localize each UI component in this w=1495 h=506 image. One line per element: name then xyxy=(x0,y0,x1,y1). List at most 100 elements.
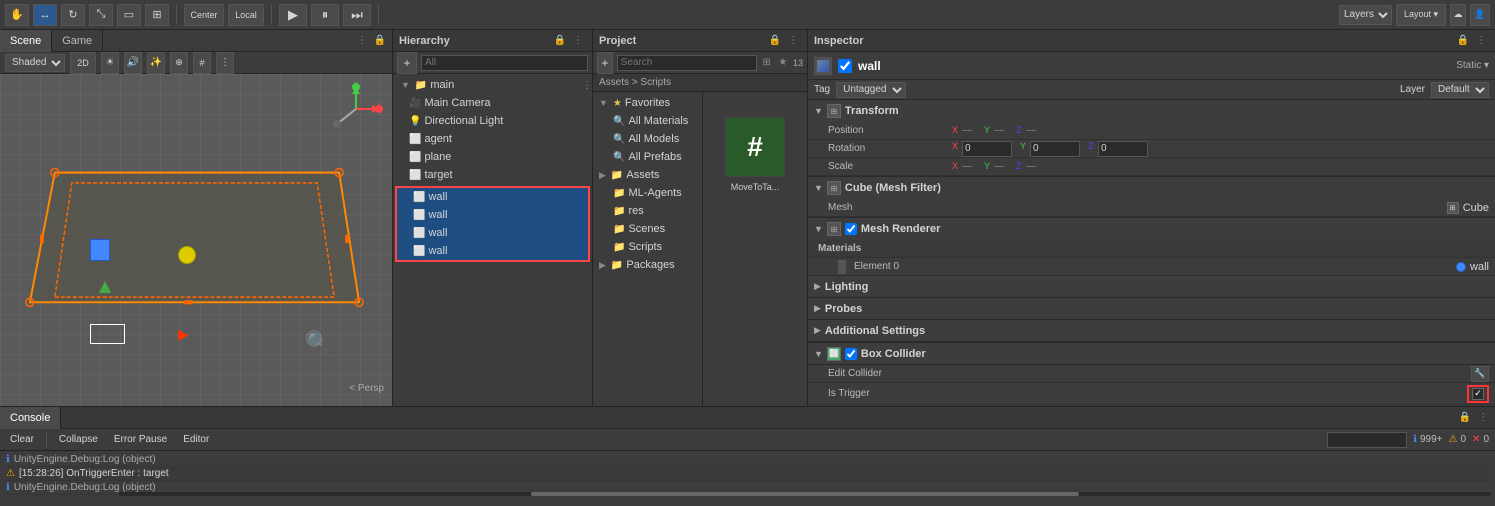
add-project-btn[interactable]: + xyxy=(597,52,613,74)
mesh-filter-header[interactable]: ▼ ⊞ Cube (Mesh Filter) xyxy=(808,177,1495,199)
proj-favorites-header[interactable]: ▼ ★ Favorites xyxy=(593,94,702,112)
mesh-renderer-header[interactable]: ▼ ⊞ Mesh Renderer xyxy=(808,218,1495,240)
layer-dropdown[interactable]: Default xyxy=(1431,82,1489,98)
hand-tool[interactable]: ✋ xyxy=(5,4,29,26)
grid-toggle[interactable]: # xyxy=(193,52,211,74)
layers-dropdown[interactable]: Layers xyxy=(1339,5,1392,25)
more-options[interactable]: ⋮ xyxy=(216,52,234,74)
rotation-label: Rotation xyxy=(828,143,948,154)
script-file-item[interactable]: # MoveToTa... xyxy=(725,107,785,192)
clear-button[interactable]: Clear xyxy=(6,431,38,449)
proj-scenes[interactable]: 📁 Scenes xyxy=(593,220,702,238)
breadcrumb-text: Assets > Scripts xyxy=(599,77,671,88)
is-trigger-checkbox[interactable]: ✓ xyxy=(1472,388,1484,400)
obj-enabled-checkbox[interactable] xyxy=(838,59,852,73)
add-hierarchy-btn[interactable]: + xyxy=(397,52,417,74)
hierarchy-item-wall1[interactable]: ⬜ wall xyxy=(397,188,588,206)
play-button[interactable]: ▶ xyxy=(279,4,307,26)
2d-toggle[interactable]: 2D xyxy=(70,52,96,74)
edit-collider-icon: 🔧 xyxy=(1474,368,1485,379)
tab-scene[interactable]: Scene xyxy=(0,30,52,52)
hierarchy-item-wall2[interactable]: ⬜ wall xyxy=(397,206,588,224)
layout-btn[interactable]: Layout ▾ xyxy=(1396,4,1446,26)
hierarchy-content: ▼ 📁 main ⋮ 🎥 Main Camera 💡 Directional L… xyxy=(393,74,592,406)
editor-button[interactable]: Editor xyxy=(179,431,213,449)
rot-z-input[interactable] xyxy=(1098,141,1148,157)
additional-settings-section[interactable]: ▶ Additional Settings xyxy=(808,320,1495,342)
badge-error-icon: ✕ xyxy=(1472,434,1480,445)
project-search-input[interactable] xyxy=(617,55,757,71)
hierarchy-item-dirlight[interactable]: 💡 Directional Light xyxy=(393,112,592,130)
console-search-input[interactable] xyxy=(1327,432,1407,448)
proj-packages-header[interactable]: ▶ 📁 Packages xyxy=(593,256,702,274)
proj-all-prefabs[interactable]: 🔍 All Prefabs xyxy=(593,148,702,166)
collapse-button[interactable]: Collapse xyxy=(55,431,102,449)
shading-dropdown[interactable]: Shaded xyxy=(5,54,65,72)
account-btn[interactable]: 👤 xyxy=(1470,4,1490,26)
move-tool[interactable]: ↔ xyxy=(33,4,57,26)
center-pivot[interactable]: Center xyxy=(184,4,224,26)
hierarchy-search-input[interactable] xyxy=(421,55,588,71)
material-drag-handle[interactable] xyxy=(838,260,846,274)
lighting-toggle[interactable]: ☀ xyxy=(101,52,119,74)
inspector-lock-btn[interactable]: 🔒 xyxy=(1455,33,1471,49)
project-menu-btn[interactable]: ⋮ xyxy=(785,33,801,49)
box-collider-enabled[interactable] xyxy=(845,348,857,360)
lighting-section[interactable]: ▶ Lighting xyxy=(808,276,1495,298)
rect-tool[interactable]: ▭ xyxy=(117,4,141,26)
project-lock-btn[interactable]: 🔒 xyxy=(767,33,783,49)
tab-game[interactable]: Game xyxy=(52,30,103,52)
console-menu-btn[interactable]: ⋮ xyxy=(1475,410,1491,426)
rot-y-input[interactable] xyxy=(1030,141,1080,157)
collab-btn[interactable]: ☁ xyxy=(1450,4,1466,26)
proj-all-models[interactable]: 🔍 All Models xyxy=(593,130,702,148)
probes-section[interactable]: ▶ Probes xyxy=(808,298,1495,320)
scene-lock-btn[interactable]: 🔒 xyxy=(372,33,388,49)
scale-tool[interactable]: ⤡ xyxy=(89,4,113,26)
proj-assets-header[interactable]: ▶ 📁 Assets xyxy=(593,166,702,184)
box-collider-header[interactable]: ▼ ⬜ Box Collider xyxy=(808,343,1495,365)
script-file-icon: # xyxy=(725,117,785,177)
transform-tool[interactable]: ⊞ xyxy=(145,4,169,26)
hierarchy-more-btn[interactable]: ⋮ xyxy=(582,80,592,91)
proj-all-materials[interactable]: 🔍 All Materials xyxy=(593,112,702,130)
project-view-toggle[interactable]: ⊞ xyxy=(761,55,773,71)
hierarchy-lock-btn[interactable]: 🔒 xyxy=(552,33,568,49)
hierarchy-menu-btn[interactable]: ⋮ xyxy=(570,33,586,49)
fx-toggle[interactable]: ✨ xyxy=(147,52,165,74)
error-pause-button[interactable]: Error Pause xyxy=(110,431,171,449)
proj-ml-agents[interactable]: 📁 ML-Agents xyxy=(593,184,702,202)
scene-menu-btn[interactable]: ⋮ xyxy=(354,33,370,49)
mesh-renderer-enabled[interactable] xyxy=(845,223,857,235)
hierarchy-item-plane[interactable]: ⬜ plane xyxy=(393,148,592,166)
project-star-btn[interactable]: ★ xyxy=(777,55,789,71)
scale-y-label: Y xyxy=(984,161,992,172)
pause-button[interactable]: ⏸ xyxy=(311,4,339,26)
hierarchy-item-wall3[interactable]: ⬜ wall xyxy=(397,224,588,242)
tag-dropdown[interactable]: Untagged xyxy=(836,82,906,98)
step-button[interactable]: ⏭ xyxy=(343,4,371,26)
edit-collider-btn[interactable]: 🔧 xyxy=(1471,366,1489,382)
hierarchy-item-agent[interactable]: ⬜ agent xyxy=(393,130,592,148)
hierarchy-panel-icons: 🔒 ⋮ xyxy=(552,33,586,49)
scene-canvas[interactable]: y x xyxy=(0,74,392,406)
game-tab-label: Game xyxy=(62,35,92,47)
proj-res[interactable]: 📁 res xyxy=(593,202,702,220)
proj-scripts[interactable]: 📁 Scripts xyxy=(593,238,702,256)
hierarchy-item-wall4[interactable]: ⬜ wall xyxy=(397,242,588,260)
transform-header[interactable]: ▼ ⊞ Transform xyxy=(808,100,1495,122)
scene-toolbar: Shaded 2D ☀ 🔊 ✨ ⊕ # ⋮ xyxy=(0,52,392,74)
inspector-menu-btn[interactable]: ⋮ xyxy=(1473,33,1489,49)
hierarchy-item-camera[interactable]: 🎥 Main Camera xyxy=(393,94,592,112)
console-line-1[interactable]: ℹ UnityEngine.Debug:Log (object) xyxy=(6,453,1489,467)
console-line-2[interactable]: ⚠ [15:28:26] OnTriggerEnter : target xyxy=(6,467,1489,481)
hierarchy-item-target[interactable]: ⬜ target xyxy=(393,166,592,184)
console-tab[interactable]: Console xyxy=(0,407,61,429)
local-global[interactable]: Local xyxy=(228,4,264,26)
rotate-tool[interactable]: ↻ xyxy=(61,4,85,26)
audio-toggle[interactable]: 🔊 xyxy=(124,52,142,74)
console-lock-btn[interactable]: 🔒 xyxy=(1457,410,1473,426)
hierarchy-item-main[interactable]: ▼ 📁 main ⋮ xyxy=(393,76,592,94)
rot-x-input[interactable] xyxy=(962,141,1012,157)
scene-gizmos[interactable]: ⊕ xyxy=(170,52,188,74)
